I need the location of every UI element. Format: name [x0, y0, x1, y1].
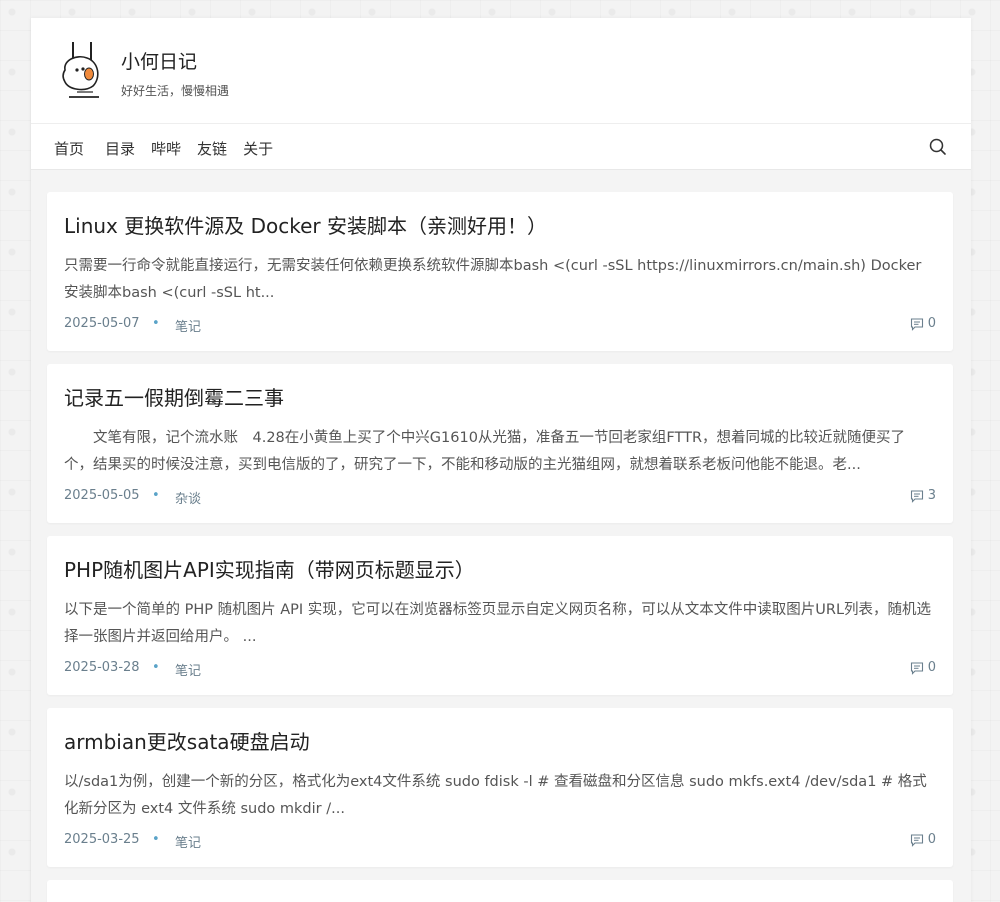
- post-card: Linux 更换软件源及 Docker 安装脚本（亲测好用！） 只需要一行命令就…: [47, 192, 953, 351]
- comment-count: 0: [927, 660, 936, 675]
- post-title[interactable]: Linux 更换软件源及 Docker 安装脚本（亲测好用！）: [64, 210, 547, 239]
- post-meta: 2025-03-28 • 笔记 0: [64, 660, 936, 679]
- nav-item-bibi[interactable]: 哔哔: [151, 138, 181, 159]
- site-logo[interactable]: [55, 40, 111, 102]
- post-category[interactable]: 笔记: [175, 660, 201, 679]
- comment-icon: [910, 317, 923, 331]
- post-card: PHP随机图片API实现指南（带网页标题显示） 以下是一个简单的 PHP 随机图…: [47, 536, 953, 695]
- post-date: 2025-05-05: [64, 488, 140, 503]
- post-category[interactable]: 笔记: [175, 832, 201, 851]
- comment-icon: [910, 661, 923, 675]
- nav-item-about[interactable]: 关于: [243, 138, 273, 159]
- site-header: 小何日记 好好生活，慢慢相遇: [31, 18, 971, 124]
- site-subtitle: 好好生活，慢慢相遇: [121, 84, 230, 98]
- meta-separator: •: [152, 488, 160, 503]
- post-card: armbian更改sata硬盘启动 以/sda1为例，创建一个新的分区，格式化为…: [47, 708, 953, 867]
- post-comments[interactable]: 0: [910, 832, 936, 847]
- post-meta: 2025-03-25 • 笔记 0: [64, 832, 936, 851]
- post-date: 2025-05-07: [64, 316, 140, 331]
- nav-item-catalog[interactable]: 目录: [105, 138, 135, 159]
- post-title[interactable]: armbian更改sata硬盘启动: [64, 726, 310, 755]
- post-excerpt: 以下是一个简单的 PHP 随机图片 API 实现，它可以在浏览器标签页显示自定义…: [64, 602, 932, 645]
- post-excerpt: 文笔有限，记个流水账 4.28在小黄鱼上买了个中兴G1610从光猫，准备五一节回…: [64, 430, 906, 473]
- post-comments[interactable]: 3: [910, 488, 936, 503]
- comment-count: 0: [927, 316, 936, 331]
- comment-icon: [910, 833, 923, 847]
- comment-count: 0: [927, 832, 936, 847]
- nav-item-links[interactable]: 友链: [197, 138, 227, 159]
- post-meta: 2025-05-05 • 杂谈 3: [64, 488, 936, 507]
- meta-separator: •: [152, 660, 160, 675]
- post-title[interactable]: PHP随机图片API实现指南（带网页标题显示）: [64, 554, 475, 583]
- comment-count: 3: [927, 488, 936, 503]
- meta-separator: •: [152, 316, 160, 331]
- comment-icon: [910, 489, 923, 503]
- post-meta: 2025-05-07 • 笔记 0: [64, 316, 936, 335]
- post-card-partial: [47, 880, 953, 902]
- post-category[interactable]: 杂谈: [175, 488, 201, 507]
- post-card: 记录五一假期倒霉二三事 文笔有限，记个流水账 4.28在小黄鱼上买了个中兴G16…: [47, 364, 953, 523]
- page-container: 小何日记 好好生活，慢慢相遇 首页 目录 哔哔 友链 关于 Linux 更换软件…: [31, 18, 971, 902]
- post-category[interactable]: 笔记: [175, 316, 201, 335]
- site-title[interactable]: 小何日记: [121, 47, 197, 74]
- post-date: 2025-03-28: [64, 660, 140, 675]
- post-excerpt: 以/sda1为例，创建一个新的分区，格式化为ext4文件系统 sudo fdis…: [64, 774, 927, 817]
- nav-item-home[interactable]: 首页: [54, 138, 84, 159]
- post-date: 2025-03-25: [64, 832, 140, 847]
- post-comments[interactable]: 0: [910, 316, 936, 331]
- meta-separator: •: [152, 832, 160, 847]
- post-comments[interactable]: 0: [910, 660, 936, 675]
- main-nav: 首页 目录 哔哔 友链 关于: [31, 124, 971, 170]
- post-excerpt: 只需要一行命令就能直接运行，无需安装任何依赖更换系统软件源脚本bash <(cu…: [64, 258, 922, 301]
- search-icon[interactable]: [929, 138, 947, 156]
- post-title[interactable]: 记录五一假期倒霉二三事: [64, 382, 284, 411]
